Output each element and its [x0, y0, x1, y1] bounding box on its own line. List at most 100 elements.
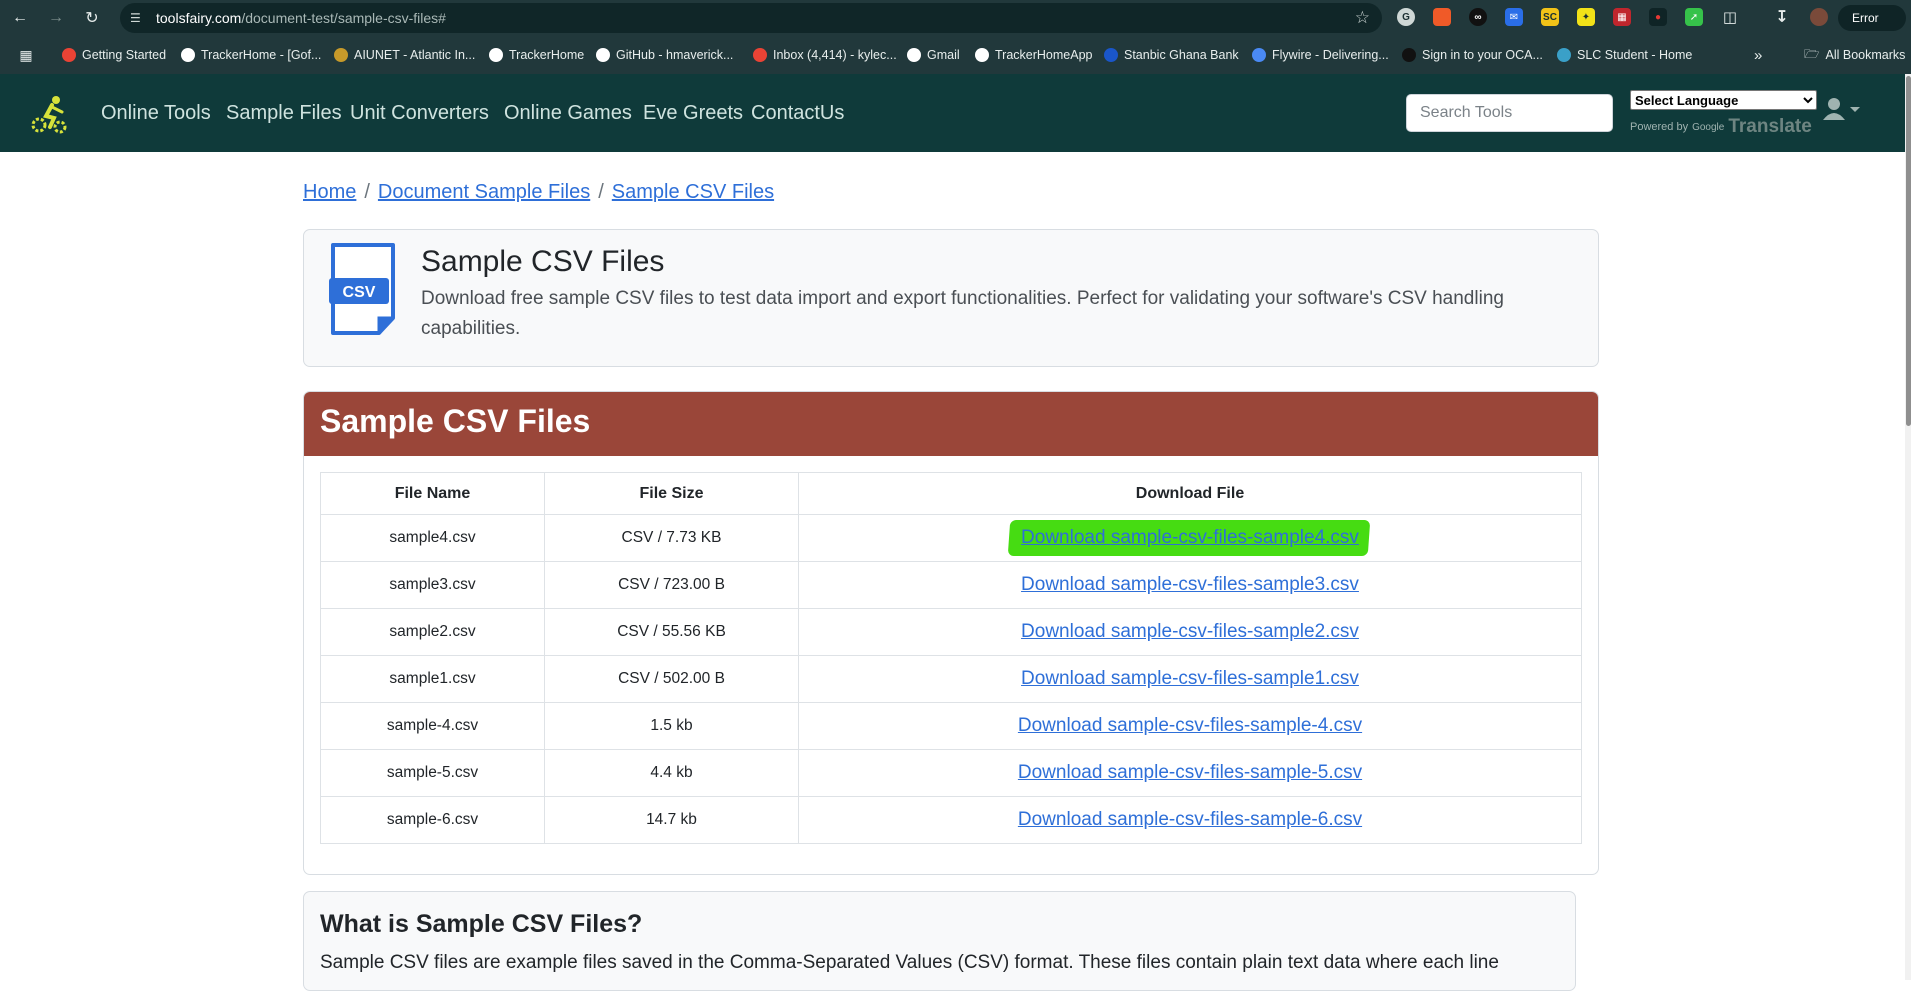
highlighted-download-link: Download sample-csv-files-sample4.csv	[1007, 520, 1371, 556]
search-tools-input[interactable]	[1406, 94, 1613, 132]
bookmark-favicon-icon	[1557, 48, 1571, 62]
nav-contact-us[interactable]: ContactUs	[751, 102, 844, 125]
puzzle-yellow-extension-icon[interactable]: ✦	[1577, 8, 1595, 26]
bookmark-label: TrackerHomeApp	[995, 48, 1093, 62]
translate-text: Translate	[1728, 116, 1812, 137]
bookmark-favicon-icon	[489, 48, 503, 62]
download-link[interactable]: Download sample-csv-files-sample-5.csv	[1018, 762, 1362, 783]
bookmark-favicon-icon	[975, 48, 989, 62]
apps-grid-icon[interactable]: ▦	[14, 43, 38, 67]
breadcrumb-separator: /	[598, 181, 604, 203]
sc-extension-icon[interactable]: SC	[1541, 8, 1559, 26]
browser-toolbar: ← → ↻ ☰ toolsfairy.com/document-test/sam…	[0, 0, 1911, 36]
all-bookmarks-label: All Bookmarks	[1825, 48, 1906, 62]
bookmark-favicon-icon	[1104, 48, 1118, 62]
nav-online-tools[interactable]: Online Tools	[101, 102, 211, 125]
bookmark-item[interactable]: TrackerHomeApp	[975, 46, 1093, 64]
bookmark-favicon-icon	[1402, 48, 1416, 62]
reload-icon[interactable]: ↻	[80, 6, 104, 30]
download-cell: Download sample-csv-files-sample4.csv	[798, 514, 1582, 562]
page-description: Download free sample CSV files to test d…	[421, 288, 1504, 339]
bookmark-item[interactable]: TrackerHome - [Gof...	[181, 46, 321, 64]
bookmark-item[interactable]: AIUNET - Atlantic In...	[334, 46, 475, 64]
file-size-cell: 14.7 kb	[544, 796, 799, 844]
grammarly-extension-icon[interactable]: G	[1397, 8, 1415, 26]
scrollbar-thumb[interactable]	[1906, 76, 1911, 426]
page-header-card: CSV Sample CSV Files Download free sampl…	[303, 229, 1599, 367]
bookmark-item[interactable]: Sign in to your OCA...	[1402, 46, 1543, 64]
bookmark-item[interactable]: Stanbic Ghana Bank	[1104, 46, 1239, 64]
more-bookmarks-chevron-icon[interactable]: »	[1754, 46, 1762, 64]
bookmark-label: SLC Student - Home	[1577, 48, 1693, 62]
about-section: What is Sample CSV Files? Sample CSV fil…	[303, 891, 1576, 991]
bookmark-label: Sign in to your OCA...	[1422, 48, 1543, 62]
breadcrumb-home[interactable]: Home	[303, 181, 356, 203]
breadcrumb-sample-csv-files[interactable]: Sample CSV Files	[612, 181, 774, 203]
bookmark-item[interactable]: Gmail	[907, 46, 960, 64]
extension-red-icon[interactable]	[1433, 8, 1451, 26]
bookmark-item[interactable]: SLC Student - Home	[1557, 46, 1692, 64]
arrow-extension-icon[interactable]: ➚	[1685, 8, 1703, 26]
table-header-row: File Name File Size Download File	[320, 472, 1582, 515]
table-row: sample-6.csv 14.7 kb Download sample-csv-f…	[320, 796, 1582, 844]
forward-arrow-icon[interactable]: →	[44, 6, 68, 30]
bookmark-item[interactable]: TrackerHome	[489, 46, 584, 64]
file-name-cell: sample2.csv	[320, 608, 545, 656]
file-size-cell: CSV / 55.56 KB	[544, 608, 799, 656]
breadcrumb-document-sample-files[interactable]: Document Sample Files	[378, 181, 590, 203]
extension-badge-icon[interactable]: ●	[1649, 8, 1667, 26]
back-arrow-icon[interactable]: ←	[8, 6, 32, 30]
bookmark-label: TrackerHome	[509, 48, 585, 62]
bookmark-favicon-icon	[181, 48, 195, 62]
profile-avatar[interactable]	[1810, 8, 1828, 26]
table-row: sample3.csv CSV / 723.00 B Download sample…	[320, 561, 1582, 609]
address-bar[interactable]: ☰ toolsfairy.com/document-test/sample-cs…	[120, 3, 1382, 33]
mail-extension-icon[interactable]: ✉	[1505, 8, 1523, 26]
breadcrumb: Home / Document Sample Files / Sample CSV Fi…	[303, 181, 774, 204]
nav-sample-files[interactable]: Sample Files	[226, 102, 342, 125]
panel-title: Sample CSV Files	[320, 403, 591, 439]
download-link[interactable]: Download sample-csv-files-sample3.csv	[1021, 574, 1359, 595]
download-link[interactable]: Download sample-csv-files-sample2.csv	[1021, 621, 1359, 642]
bookmarks-bar: ▦ Getting Started TrackerHome - [Gof... AI…	[0, 36, 1911, 74]
all-bookmarks-button[interactable]: 🗁 All Bookmarks	[1804, 46, 1905, 64]
extensions-puzzle-icon[interactable]: ◫	[1721, 8, 1739, 26]
language-select[interactable]: Select Language	[1630, 90, 1817, 110]
bookmark-favicon-icon	[62, 48, 76, 62]
toolsfairy-logo[interactable]	[30, 94, 72, 136]
download-link[interactable]: Download sample-csv-files-sample-6.csv	[1018, 809, 1362, 830]
error-button[interactable]: Error	[1838, 5, 1906, 31]
file-name-cell: sample-4.csv	[320, 702, 545, 750]
about-text: Sample CSV files are example files saved…	[320, 952, 1499, 973]
bookmark-label: Gmail	[927, 48, 960, 62]
download-link[interactable]: Download sample-csv-files-sample1.csv	[1021, 668, 1359, 689]
address-url[interactable]: toolsfairy.com/document-test/sample-csv-…	[156, 10, 446, 26]
breadcrumb-separator: /	[364, 181, 370, 203]
bookmark-label: Stanbic Ghana Bank	[1124, 48, 1239, 62]
bookmark-item[interactable]: Getting Started	[62, 46, 166, 64]
bookmark-star-icon[interactable]: ☆	[1355, 8, 1370, 28]
download-link[interactable]: Download sample-csv-files-sample-4.csv	[1018, 715, 1362, 736]
bookmark-item[interactable]: GitHub - hmaverick...	[596, 46, 733, 64]
google-text: Google	[1692, 121, 1725, 133]
bookmark-favicon-icon	[753, 48, 767, 62]
bookmark-item[interactable]: Flywire - Delivering...	[1252, 46, 1389, 64]
about-title: What is Sample CSV Files?	[320, 910, 643, 938]
bookmark-favicon-icon	[907, 48, 921, 62]
user-menu-icon[interactable]	[1822, 96, 1862, 124]
download-cell: Download sample-csv-files-sample-4.csv	[798, 702, 1582, 750]
table-row: sample-4.csv 1.5 kb Download sample-csv-fi…	[320, 702, 1582, 750]
nav-unit-converters[interactable]: Unit Converters	[350, 102, 489, 125]
bookmark-item[interactable]: Inbox (4,414) - kylec...	[753, 46, 897, 64]
table-row: sample2.csv CSV / 55.56 KB Download sample…	[320, 608, 1582, 656]
nav-eve-greets[interactable]: Eve Greets	[643, 102, 743, 125]
panel-header: Sample CSV Files	[304, 392, 1598, 456]
extension-dark-icon[interactable]: ∞	[1469, 8, 1487, 26]
download-link[interactable]: Download sample-csv-files-sample4.csv	[1021, 527, 1359, 548]
file-size-cell: CSV / 502.00 B	[544, 655, 799, 703]
site-info-icon[interactable]: ☰	[130, 11, 144, 25]
nav-online-games[interactable]: Online Games	[504, 102, 632, 125]
downloads-icon[interactable]: ↧	[1773, 8, 1791, 26]
bookmark-label: Inbox (4,414) - kylec...	[773, 48, 897, 62]
grid-extension-icon[interactable]: ▦	[1613, 8, 1631, 26]
